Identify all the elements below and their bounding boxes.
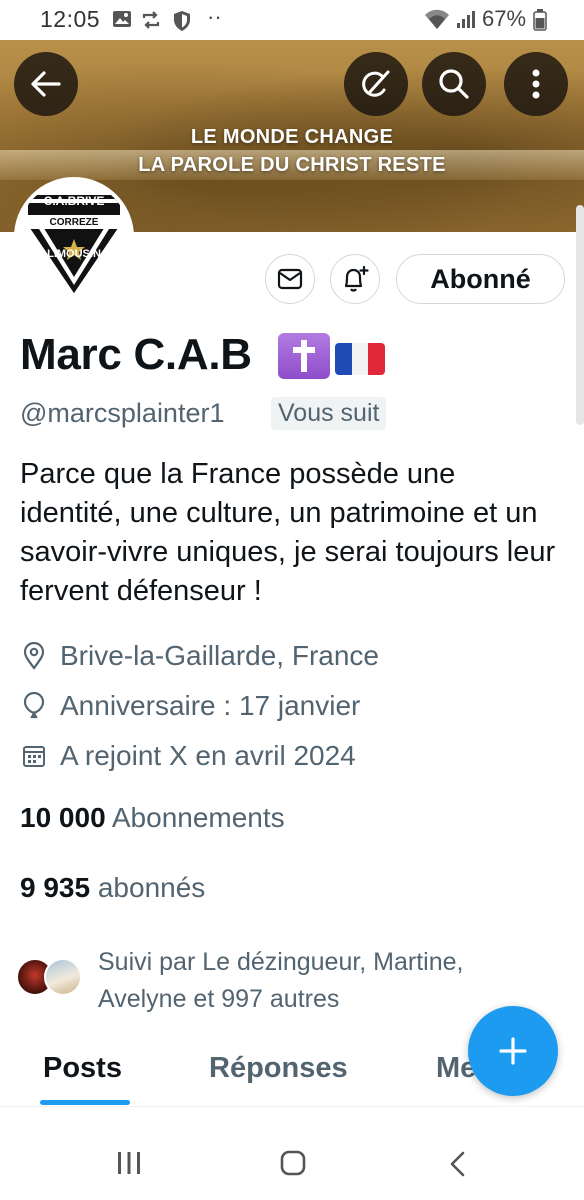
following-count: 10 000 — [20, 802, 106, 833]
followers-stat[interactable]: 9 935 abonnés — [20, 872, 205, 904]
france-flag-icon — [335, 343, 385, 375]
username-handle: @marcsplainter1 — [20, 398, 225, 428]
shield-icon — [172, 10, 192, 37]
avatar[interactable]: C.A.BRIVE CORREZE LIMOUSIN — [14, 177, 134, 297]
calendar-icon — [20, 742, 48, 770]
battery-percent: 67% — [482, 6, 527, 31]
gallery-icon — [112, 10, 132, 33]
status-dots: ·· — [207, 4, 222, 29]
location-pin-icon — [20, 642, 48, 670]
following-button[interactable]: Abonné — [396, 254, 565, 304]
back-nav-button[interactable] — [448, 1150, 466, 1183]
arrow-left-icon — [31, 71, 61, 97]
latin-cross-emoji-icon — [278, 333, 330, 379]
battery-icon — [533, 9, 547, 36]
recent-apps-icon — [118, 1152, 140, 1174]
status-bar: 12:05 ·· 67% — [0, 0, 584, 40]
search-button[interactable] — [422, 52, 486, 116]
followed-by-line-1: Suivi par Le dézingueur, Martine, — [98, 948, 464, 976]
tab-posts[interactable]: Posts — [43, 1052, 122, 1085]
envelope-icon — [277, 268, 303, 290]
search-icon — [439, 69, 469, 99]
joined-row: A rejoint X en avril 2024 — [20, 740, 356, 772]
banner-line-1: LE MONDE CHANGE — [190, 126, 394, 148]
profile-bio: Parce que la France possède une identité… — [20, 458, 556, 607]
avatar — [44, 958, 82, 996]
display-name: Marc C.A.B — [20, 330, 252, 379]
home-icon — [280, 1150, 306, 1176]
location-row: Brive-la-Gaillarde, France — [20, 640, 379, 672]
signal-icon — [455, 9, 479, 34]
compose-post-button[interactable] — [468, 1006, 558, 1096]
followers-count: 9 935 — [20, 872, 91, 903]
home-button[interactable] — [280, 1150, 306, 1181]
grok-button[interactable] — [344, 52, 408, 116]
following-label: Abonnements — [111, 802, 285, 833]
back-button[interactable] — [14, 52, 78, 116]
followed-by-text[interactable]: Suivi par Le dézingueur, Martine, Avelyn… — [98, 944, 538, 1018]
avatar-middle-text: CORREZE — [18, 216, 130, 229]
followed-by-line-2: Avelyne et 997 autres — [98, 985, 340, 1013]
follows-you-badge: Vous suit — [271, 397, 387, 430]
chevron-left-icon — [450, 1151, 465, 1177]
wifi-icon — [424, 8, 450, 35]
more-vertical-icon — [532, 69, 540, 99]
message-button[interactable] — [265, 254, 315, 304]
avatar-top-text: C.A.BRIVE — [43, 194, 105, 208]
following-stat[interactable]: 10 000 Abonnements — [20, 802, 285, 834]
notifications-button[interactable] — [330, 254, 380, 304]
active-tab-indicator — [40, 1100, 130, 1105]
balloon-icon — [20, 692, 48, 720]
avatar-bottom-text: LIMOUSIN — [47, 248, 101, 260]
scrollbar[interactable] — [576, 205, 584, 425]
status-time: 12:05 — [40, 6, 101, 32]
system-navigation-bar — [0, 1120, 584, 1200]
grok-icon — [362, 70, 390, 97]
location-text: Brive-la-Gaillarde, France — [60, 640, 379, 671]
followers-label: abonnés — [97, 872, 206, 903]
more-options-button[interactable] — [504, 52, 568, 116]
plus-icon — [499, 1037, 527, 1065]
sync-icon — [140, 10, 162, 35]
birthday-row: Anniversaire : 17 janvier — [20, 690, 360, 722]
recent-apps-button[interactable] — [116, 1151, 142, 1180]
tab-replies[interactable]: Réponses — [209, 1052, 348, 1085]
banner-line-2: LA PAROLE DU CHRIST RESTE — [138, 154, 446, 176]
bell-plus-icon — [344, 265, 369, 292]
birthday-text: Anniversaire : 17 janvier — [60, 690, 361, 721]
joined-text: A rejoint X en avril 2024 — [60, 740, 356, 771]
